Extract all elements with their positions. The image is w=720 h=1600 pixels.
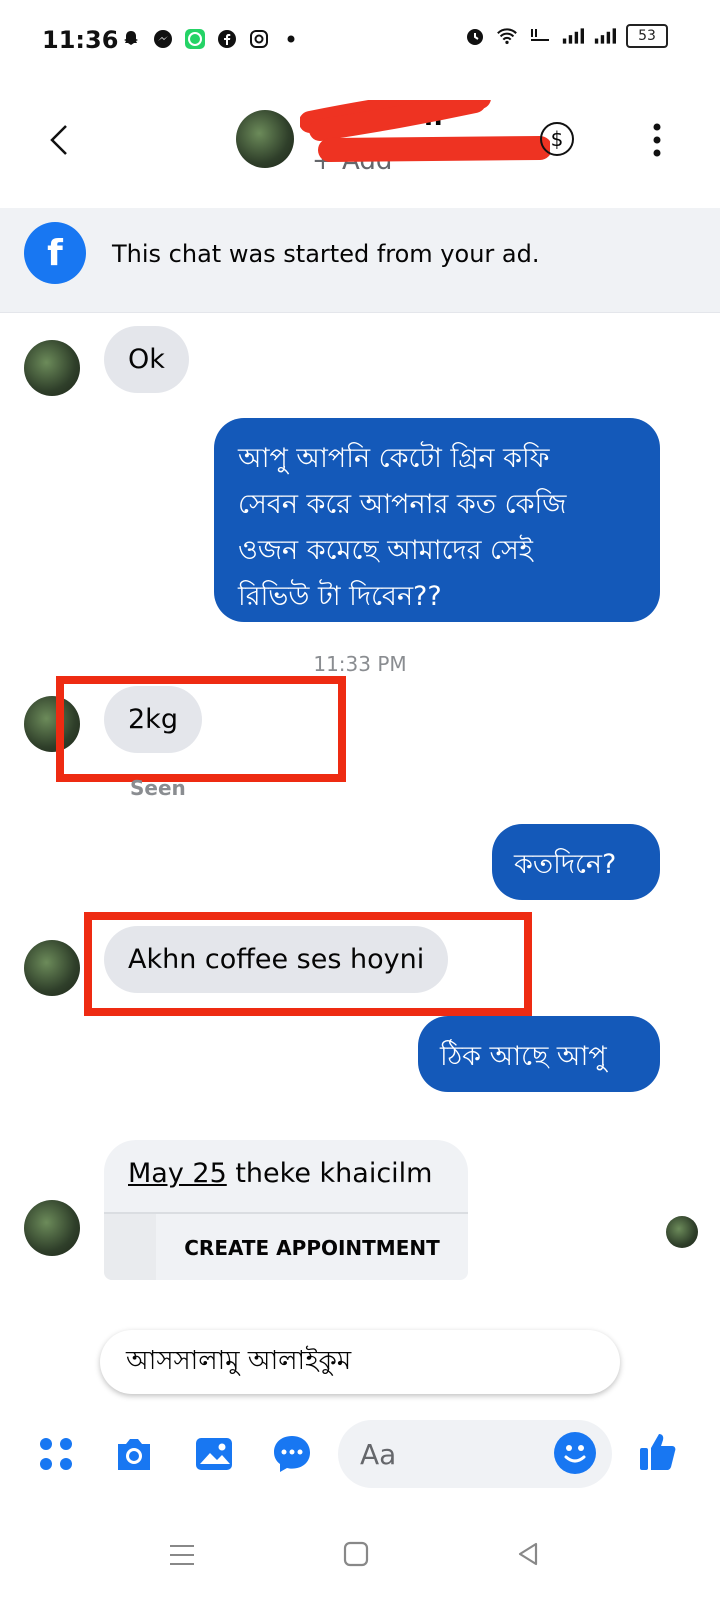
sender-avatar[interactable] [24, 940, 80, 996]
status-time: 11:36 [42, 26, 119, 54]
instagram-icon [248, 28, 270, 50]
snapchat-icon [120, 28, 142, 50]
more-vertical-icon [653, 123, 661, 157]
create-appointment-button[interactable]: CREATE APPOINTMENT [156, 1236, 468, 1260]
back-button[interactable] [44, 120, 74, 160]
outgoing-message[interactable]: ঠিক আছে আপু [418, 1016, 660, 1092]
card-divider [104, 1212, 468, 1214]
thumbs-up-icon [640, 1434, 676, 1470]
gallery-button[interactable] [192, 1432, 236, 1476]
contact-avatar[interactable] [236, 110, 294, 168]
chat-extensions-button[interactable] [270, 1432, 314, 1476]
highlight-box [84, 912, 532, 1016]
message-text: ঠিক আছে আপু [440, 1041, 607, 1072]
sender-avatar[interactable] [24, 340, 80, 396]
message-timestamp: 11:33 PM [313, 652, 407, 676]
image-icon [196, 1438, 232, 1470]
card-message-text: theke khaicilm [226, 1158, 433, 1189]
whatsapp-icon [184, 28, 206, 50]
emoji-button[interactable] [554, 1432, 596, 1474]
camera-icon [118, 1439, 150, 1470]
highlight-box [56, 676, 346, 782]
signal-icon [594, 25, 616, 47]
battery-indicator: 53 [626, 24, 668, 48]
ad-origin-banner: f This chat was started from your ad. [0, 208, 720, 313]
facebook-logo-icon: f [24, 222, 86, 284]
volte-icon [528, 25, 552, 47]
smiley-icon [564, 1445, 586, 1463]
chat-header: + Add n $ [0, 80, 720, 200]
apps-button[interactable] [34, 1432, 78, 1476]
facebook-icon [216, 28, 238, 50]
message-text: কতদিনে? [514, 849, 617, 880]
dot-icon [280, 28, 302, 50]
menu-nav-button[interactable] [168, 1542, 196, 1572]
messenger-icon [152, 28, 174, 50]
redaction-scribble [300, 100, 550, 162]
sender-avatar[interactable] [24, 1200, 80, 1256]
system-navigation-bar [0, 1520, 720, 1600]
apps-grid-icon [40, 1438, 72, 1470]
quick-reply-chip[interactable]: আসসালামু আলাইকুম [100, 1330, 620, 1394]
card-message: May 25 theke khaicilm [128, 1158, 432, 1189]
seen-indicator: Seen [130, 776, 186, 800]
message-input[interactable]: Aa [338, 1420, 612, 1488]
incoming-message[interactable]: Ok [104, 326, 189, 393]
notification-icons [120, 28, 302, 50]
wifi-icon [496, 25, 518, 47]
input-placeholder: Aa [360, 1438, 397, 1471]
signal-icon [562, 25, 584, 47]
message-line: ওজন কমেছে আমাদের সেই [238, 535, 533, 566]
dollar-icon: $ [550, 127, 564, 151]
ad-banner-text: This chat was started from your ad. [112, 240, 540, 268]
hamburger-icon [170, 1545, 194, 1565]
status-bar: 11:36 53 [0, 0, 720, 80]
message-card[interactable]: May 25 theke khaicilm CREATE APPOINTMENT [104, 1140, 468, 1280]
like-button[interactable] [636, 1430, 680, 1474]
chevron-left-icon [50, 125, 67, 155]
home-nav-button[interactable] [342, 1540, 370, 1572]
more-options-button[interactable] [652, 122, 662, 158]
alarm-icon [464, 25, 486, 47]
card-button-shade [104, 1214, 156, 1280]
back-nav-button[interactable] [514, 1540, 542, 1572]
square-icon [343, 1541, 369, 1567]
composer-bar: Aa [0, 1420, 720, 1520]
read-receipt-avatar [666, 1216, 698, 1248]
system-icons: 53 [464, 24, 668, 48]
triangle-back-icon [518, 1542, 538, 1566]
message-line: সেবন করে আপনার কত কেজি [238, 489, 567, 520]
outgoing-message[interactable]: আপু আপনি কেটো গ্রিন কফি সেবন করে আপনার ক… [214, 418, 660, 622]
message-line: আপু আপনি কেটো গ্রিন কফি [238, 443, 550, 474]
chat-bubble-icon [274, 1436, 310, 1472]
date-link[interactable]: May 25 [128, 1158, 227, 1189]
message-line: রিভিউ টা দিবেন?? [238, 581, 442, 612]
outgoing-message[interactable]: কতদিনে? [492, 824, 660, 900]
payment-button[interactable]: $ [540, 122, 574, 156]
camera-button[interactable] [112, 1432, 156, 1476]
